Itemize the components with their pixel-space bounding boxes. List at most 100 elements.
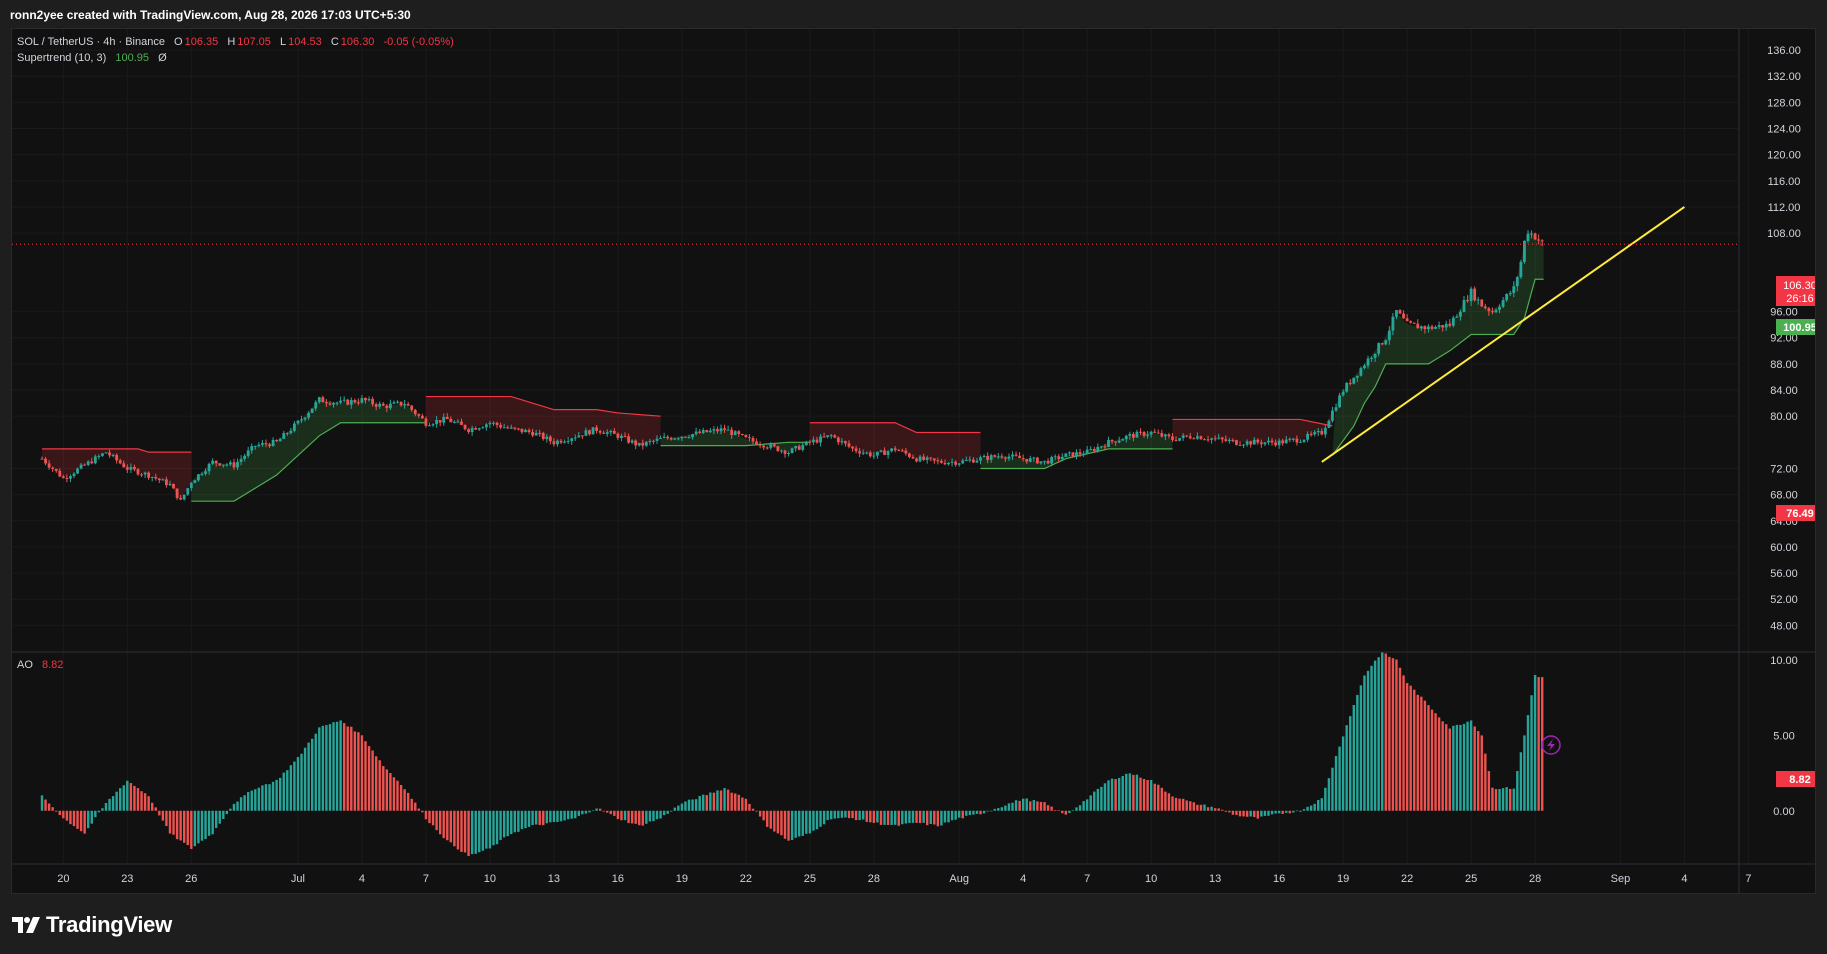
ao-bar (467, 810, 470, 857)
ao-bar (954, 810, 957, 820)
ao-bar (1011, 802, 1014, 811)
ao-bar (872, 810, 876, 823)
ao-bar (1363, 675, 1366, 811)
last-price-value: 106.30 (1783, 280, 1815, 292)
candle-body (1078, 452, 1082, 455)
ao-bar (1331, 767, 1334, 811)
ao-axis[interactable]: 10.00 5.00 0.00 (1770, 655, 1798, 818)
ao-bar (321, 725, 325, 811)
candle-body (1014, 454, 1018, 456)
candle-body (1128, 433, 1132, 436)
trendline[interactable] (1321, 206, 1685, 463)
candle-body (676, 438, 680, 440)
candle-body (772, 444, 776, 447)
candle-body (435, 420, 439, 425)
candle-body (1462, 300, 1466, 312)
candle-body (844, 441, 847, 444)
ao-bar (442, 810, 445, 839)
ao-bar (101, 808, 104, 811)
candle-body (520, 428, 524, 433)
candle-body (122, 463, 126, 468)
candle-body (623, 435, 627, 437)
tradingview-logo[interactable]: TradingView (12, 912, 172, 938)
ao-bar (1231, 810, 1235, 815)
ao-bar (581, 810, 584, 815)
candle-body (652, 440, 655, 442)
ao-bar (62, 810, 65, 819)
ao-bar (190, 810, 193, 849)
supertrend-legend[interactable]: Supertrend (10, 3) 100.95 Ø (17, 52, 169, 64)
ao-bar (346, 726, 349, 811)
candle-body (1444, 323, 1448, 328)
ao-bar (342, 723, 346, 811)
candle-body (1306, 433, 1309, 440)
candle-body (1007, 456, 1011, 459)
candle-body (1174, 439, 1178, 441)
ao-bar (1007, 803, 1011, 811)
candle-body (1131, 433, 1135, 438)
ao-bar (563, 810, 566, 821)
ao-bar (229, 808, 232, 811)
time-tick-label: 7 (1745, 873, 1751, 885)
ao-bar (382, 766, 385, 811)
candle-body (559, 440, 563, 443)
candle-body (40, 458, 44, 460)
candle-body (388, 403, 392, 409)
candle-body (1469, 288, 1473, 302)
candle-body (769, 444, 773, 448)
ao-bar (90, 810, 93, 824)
ao-bar (840, 810, 844, 818)
ao-bar (58, 810, 61, 816)
symbol-title: SOL / TetherUS · 4h · Binance (17, 36, 165, 48)
candle-body (54, 468, 58, 471)
ao-legend[interactable]: AO 8.82 (17, 659, 65, 671)
candle-body (129, 466, 133, 470)
candle-body (1459, 311, 1462, 317)
candle-body (349, 400, 353, 405)
ao-bar (87, 810, 90, 829)
ao-bar (1153, 783, 1156, 811)
lightning-icon[interactable] (1541, 735, 1561, 755)
ao-bar (630, 810, 634, 824)
chart-canvas[interactable]: 136.00 132.00 128.00 124.00 120.00 116.00 112.… (12, 29, 1815, 893)
candle-body (552, 441, 556, 445)
ao-bar (1029, 801, 1032, 811)
candle-body (957, 463, 961, 465)
candle-body (1366, 358, 1370, 366)
ao-bar (1313, 803, 1316, 811)
chart-pane[interactable]: 136.00 132.00 128.00 124.00 120.00 116.00 112.… (11, 28, 1816, 894)
price-tick-label: 68.00 (1770, 490, 1798, 502)
ao-bar (1505, 787, 1508, 811)
price-axis[interactable]: 136.00 132.00 128.00 124.00 120.00 116.00 112.… (1767, 45, 1801, 632)
ao-bar (250, 790, 253, 811)
ao-bar (108, 798, 111, 811)
ao-bar (972, 810, 975, 815)
ao-bar (1260, 810, 1263, 817)
symbol-legend[interactable]: SOL / TetherUS · 4h · Binance O 106.35 H1… (17, 36, 456, 48)
ao-bar (1317, 800, 1320, 811)
ao-bar (1526, 715, 1530, 811)
ao-bar (463, 810, 467, 853)
ao-bar (1277, 810, 1281, 814)
candle-body (364, 397, 367, 401)
ao-bar (239, 797, 243, 811)
ao-bar (495, 810, 499, 845)
candle-body (1011, 454, 1014, 457)
candle-body (1299, 441, 1302, 443)
candle-body (1057, 456, 1061, 460)
ao-bar (705, 795, 708, 811)
candle-body (804, 441, 808, 446)
ao-bar (1046, 805, 1050, 811)
ao-bar (1537, 677, 1540, 811)
time-axis[interactable]: 20 23 26 Jul 4 7 10 13 16 19 22 25 28 Aug 4 7 10 13 16 19 22… (57, 873, 1751, 885)
ohlc-open-label: O (174, 36, 183, 48)
candle-body (310, 408, 314, 413)
candle-body (232, 462, 236, 468)
time-tick-label: 22 (1401, 873, 1413, 885)
candle-body (428, 425, 431, 427)
candle-body (1025, 458, 1029, 462)
time-tick-label: 28 (868, 873, 880, 885)
time-tick-label: Aug (949, 873, 969, 885)
candle-body (474, 427, 478, 430)
candle-body (829, 435, 833, 437)
